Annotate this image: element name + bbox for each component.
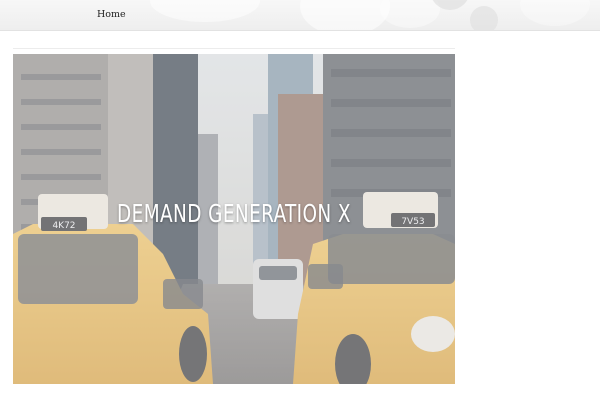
nav-home-link[interactable]: Home <box>97 9 126 20</box>
top-navigation-bar: Home <box>0 0 600 31</box>
hero-banner: 4K72 7V53 DEMAND GENERATION X <box>13 54 455 384</box>
content-divider <box>13 48 455 49</box>
decorative-bubble <box>520 0 590 26</box>
decorative-bubble <box>470 6 498 30</box>
hero-title: DEMAND GENERATION X <box>117 199 351 228</box>
decorative-bubble <box>380 0 440 28</box>
decorative-bubble <box>300 0 390 30</box>
decorative-bubble <box>150 0 260 22</box>
